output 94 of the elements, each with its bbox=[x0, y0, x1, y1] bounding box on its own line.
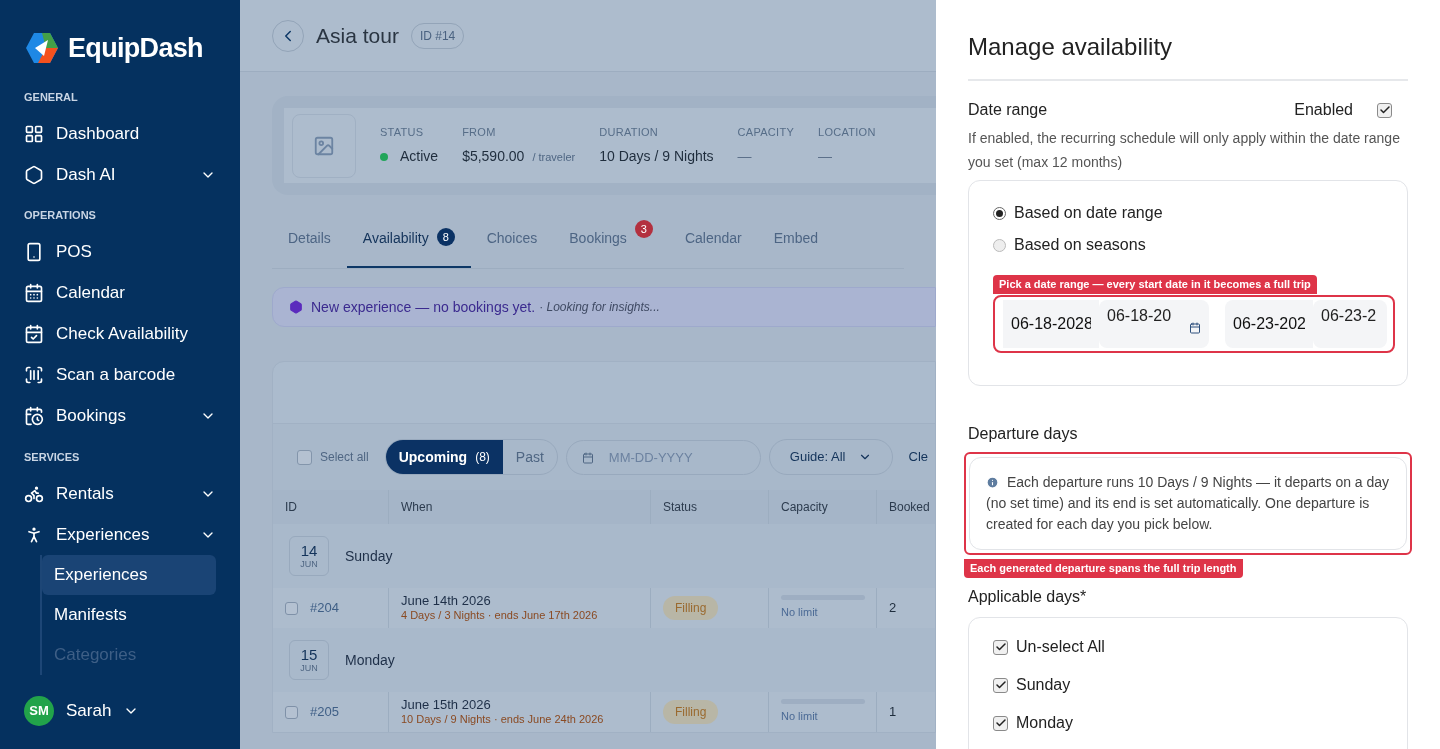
row-checkbox[interactable] bbox=[285, 601, 298, 615]
page-title: Asia tour bbox=[316, 22, 399, 49]
calendar-clock-icon bbox=[24, 406, 44, 426]
info-icon bbox=[986, 475, 999, 489]
status-pill: Filling bbox=[663, 700, 719, 724]
stat-value: $5,590.00 bbox=[462, 147, 525, 167]
grid-icon bbox=[24, 123, 44, 144]
sub-nav-item[interactable]: Experiences bbox=[42, 555, 216, 595]
segment-button[interactable]: Upcoming (8) bbox=[385, 440, 503, 474]
capacity-text: No limit bbox=[781, 605, 819, 621]
stat-label: DURATION bbox=[599, 124, 660, 140]
section-heading: GENERAL bbox=[24, 89, 79, 105]
day-label: Monday bbox=[1016, 713, 1073, 733]
weekday-label: Monday bbox=[345, 650, 395, 670]
hexagon-icon bbox=[24, 164, 44, 185]
checkbox[interactable] bbox=[1377, 102, 1392, 118]
image-icon bbox=[313, 134, 335, 157]
stat-label: FROM bbox=[462, 124, 497, 140]
checkbox[interactable] bbox=[993, 715, 1008, 731]
callout-tag: Pick a date range — every start date in it becomes a full trip bbox=[993, 275, 1317, 294]
row-checkbox[interactable] bbox=[285, 705, 298, 719]
nav-item[interactable]: Calendar bbox=[24, 272, 216, 314]
section-heading: OPERATIONS bbox=[24, 208, 97, 223]
radio-button[interactable] bbox=[993, 238, 1006, 252]
section-heading: SERVICES bbox=[24, 449, 81, 465]
date-tile: 15 JUN bbox=[289, 640, 329, 680]
sub-nav-item[interactable]: Manifests bbox=[42, 595, 216, 635]
nav-item[interactable]: Dashboard bbox=[24, 113, 216, 154]
callout-tag: Each generated departure spans the full trip length bbox=[964, 559, 1243, 578]
section-label: Applicable days* bbox=[968, 587, 1088, 607]
nav-item[interactable]: Rentals bbox=[24, 473, 216, 514]
weekday-label: Sunday bbox=[345, 546, 393, 566]
tab[interactable]: Availability 8 bbox=[346, 227, 471, 268]
stat-label: STATUS bbox=[380, 124, 425, 140]
end-date-field[interactable]: 06-23-202 bbox=[1225, 300, 1313, 348]
booked-count: 2 bbox=[889, 599, 897, 618]
select-all-checkbox[interactable] bbox=[297, 449, 312, 465]
booked-count: 1 bbox=[889, 703, 897, 722]
calendar-icon bbox=[1189, 322, 1201, 334]
date-tile: 14 JUN bbox=[289, 536, 329, 576]
capacity-text: No limit bbox=[781, 709, 819, 725]
checkbox[interactable] bbox=[993, 639, 1008, 655]
checkbox[interactable] bbox=[993, 677, 1008, 693]
radio-option[interactable]: Based on date range bbox=[993, 197, 1407, 229]
section-label: Date range bbox=[968, 100, 1048, 120]
select-all-label: Select all bbox=[320, 449, 369, 466]
stat-value: — bbox=[737, 147, 752, 167]
stat-label: LOCATION bbox=[818, 124, 876, 140]
stat-value: 10 Days / 9 Nights bbox=[599, 147, 714, 167]
nav-item[interactable]: Experiences bbox=[24, 514, 216, 555]
departure-date: June 15th 2026 bbox=[401, 697, 492, 714]
nav-item[interactable]: Dash AI bbox=[24, 154, 216, 195]
start-date-picker[interactable]: 06-18-20 bbox=[1099, 300, 1209, 348]
nav-item[interactable]: Scan a barcode bbox=[24, 354, 216, 396]
departure-date: June 14th 2026 bbox=[401, 593, 492, 610]
clear-link[interactable]: Cle bbox=[908, 447, 928, 467]
calendar-check-icon bbox=[24, 324, 44, 344]
trip-detail: 10 Days / 9 Nights · ends June 24th 2026 bbox=[401, 713, 605, 727]
radio-button[interactable] bbox=[993, 206, 1006, 220]
stat-value: — bbox=[818, 147, 832, 167]
banner-text: New experience — no bookings yet. bbox=[311, 297, 536, 317]
stat-label: CAPACITY bbox=[737, 124, 794, 140]
help-text: If enabled, the recurring schedule will only apply within the date range you set (max 12 months) bbox=[968, 129, 1401, 172]
drawer-title: Manage availability bbox=[968, 0, 1408, 81]
user-name[interactable]: Sarah bbox=[66, 698, 112, 724]
trip-detail: 4 Days / 3 Nights · ends June 17th 2026 bbox=[401, 609, 599, 623]
status-pill: Filling bbox=[663, 596, 719, 620]
enabled-label: Enabled bbox=[1294, 100, 1353, 120]
tab[interactable]: Bookings 3 bbox=[553, 219, 669, 268]
brand-name: EquipDash bbox=[68, 32, 203, 65]
calendar-icon bbox=[581, 451, 594, 464]
banner-note: · Looking for insights... bbox=[539, 299, 660, 316]
count-badge: 8 bbox=[436, 228, 455, 246]
stat-value: Active bbox=[400, 147, 439, 167]
departure-id-link[interactable]: #205 bbox=[310, 702, 339, 722]
logo-icon bbox=[24, 31, 60, 66]
radio-option[interactable]: Based on seasons bbox=[993, 229, 1407, 261]
day-label: Sunday bbox=[1016, 675, 1071, 695]
day-label: Un-select All bbox=[1016, 637, 1105, 657]
info-text: Each departure runs 10 Days / 9 Nights — it departs on a day (no set time) and its end is set automatically. One departure is created for each day you pick below. bbox=[986, 473, 1390, 534]
nav-item[interactable]: POS bbox=[24, 231, 216, 273]
stat-unit: / traveler bbox=[532, 149, 576, 165]
barcode-scan-icon bbox=[24, 365, 44, 385]
column-header: ID bbox=[284, 499, 298, 516]
departure-id-link[interactable]: #204 bbox=[310, 598, 339, 618]
end-date-picker[interactable]: 06-23-2 bbox=[1313, 300, 1387, 348]
section-label: Departure days bbox=[968, 424, 1079, 444]
date-field[interactable]: MM-DD-YYYY bbox=[565, 439, 761, 475]
nav-item[interactable]: Bookings bbox=[24, 395, 216, 437]
count-badge: 3 bbox=[634, 220, 653, 238]
nav-item[interactable]: Check Availability bbox=[24, 313, 216, 355]
hexagon-icon bbox=[289, 300, 303, 314]
phone-icon bbox=[24, 242, 44, 262]
calendar-icon bbox=[24, 283, 44, 303]
